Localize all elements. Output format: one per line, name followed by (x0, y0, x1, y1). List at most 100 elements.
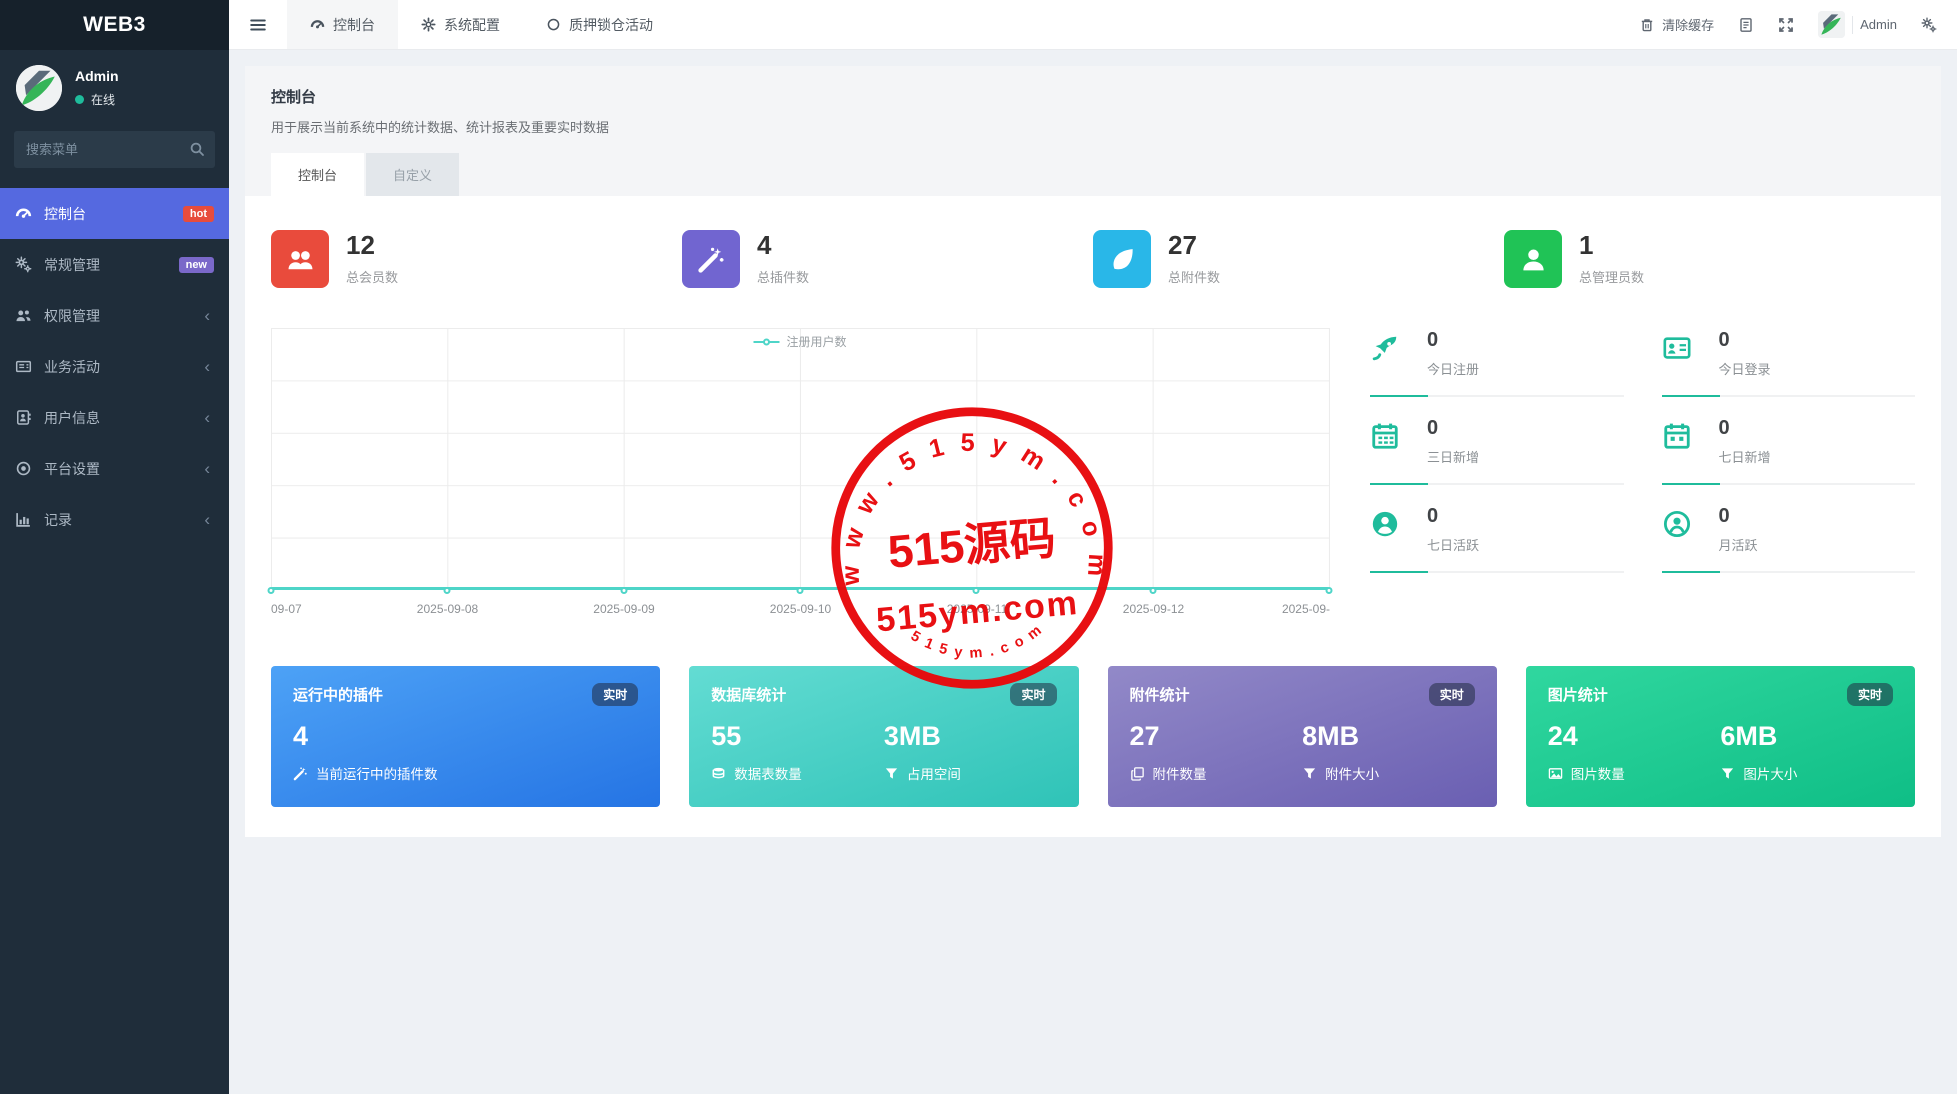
avatar (1818, 11, 1846, 38)
tab-console[interactable]: 控制台 (271, 153, 365, 196)
chart-point (267, 587, 275, 594)
bar-chart-icon (15, 511, 32, 528)
stats-row: 12 总会员数 4 总插件数 27 总附件数 1 总管理员数 (271, 230, 1915, 288)
user-panel: Admin 在线 (0, 50, 229, 121)
file-icon (1738, 17, 1754, 33)
page-title: 控制台 (271, 89, 317, 106)
expand-icon (1778, 17, 1794, 33)
chevron-left-icon: ‹ (204, 408, 210, 427)
admin-menu[interactable]: Admin (1818, 11, 1897, 38)
topbar-tab-console[interactable]: 控制台 (287, 0, 398, 49)
user-group-icon (286, 245, 315, 274)
id-card-icon (1662, 333, 1692, 363)
card-attachment-stats: 附件统计 实时 27 附件数量 8MB 附件大小 (1107, 666, 1497, 807)
divider (1661, 571, 1915, 573)
user-circle-outline-icon (1662, 509, 1692, 539)
chevron-left-icon: ‹ (204, 459, 210, 478)
stat-total-attachments: 27 总附件数 (1093, 230, 1504, 288)
divider (1370, 483, 1624, 485)
sidebar-item-userinfo[interactable]: 用户信息 ‹ (0, 392, 229, 443)
chevron-left-icon: ‹ (204, 357, 210, 376)
card-database-stats: 数据库统计 实时 55 数据表数量 3MB 占用空间 (689, 666, 1079, 807)
app-title: WEB3 (83, 13, 146, 36)
chart-x-axis: 09-07 2025-09-08 2025-09-09 2025-09-10 2… (271, 602, 1330, 616)
main-area: 控制台 系统配置 质押锁仓活动 清除缓存 Admin 控制台 用于展示当前系统中… (229, 0, 1957, 1094)
divider (1370, 395, 1624, 397)
chart-point (1325, 587, 1333, 594)
chart-legend[interactable]: 注册用户数 (753, 333, 847, 350)
panel-heading: 控制台 用于展示当前系统中的统计数据、统计报表及重要实时数据 控制台 自定义 (245, 66, 1941, 196)
panel-body: 12 总会员数 4 总插件数 27 总附件数 1 总管理员数 注册用户数 09-… (245, 196, 1941, 837)
chart-point (796, 587, 804, 594)
chevron-left-icon: ‹ (204, 306, 210, 325)
panel-tabs: 控制台 自定义 (271, 153, 1915, 196)
sidebar-item-business[interactable]: 业务活动 ‹ (0, 341, 229, 392)
app-root: WEB3 Admin 在线 控制台 hot (0, 0, 1957, 1094)
filter-icon (884, 766, 899, 781)
user-status: 在线 (75, 91, 119, 108)
mini-stat-today-login: 0 今日登录 (1661, 328, 1915, 416)
gears-icon (15, 256, 32, 273)
image-icon (1548, 766, 1563, 781)
settings-button[interactable] (1921, 17, 1937, 33)
mini-stats-grid: 0 今日注册 0 今日登录 0 三日新增 0 七日新增 0 七日活跃 0 月活跃 (1370, 328, 1915, 620)
mini-stat-month-active: 0 月活跃 (1661, 504, 1915, 592)
divider (1852, 15, 1854, 34)
fullscreen-button[interactable] (1778, 17, 1794, 33)
magic-wand-icon (293, 766, 308, 781)
avatar[interactable] (16, 65, 62, 111)
leaf-icon (1108, 245, 1137, 274)
realtime-badge: 实时 (1010, 683, 1057, 706)
gear-icon (421, 17, 436, 32)
legend-label: 注册用户数 (786, 335, 847, 349)
dashboard-icon (15, 205, 32, 222)
sidebar: WEB3 Admin 在线 控制台 hot (0, 0, 229, 1094)
dashboard-panel: 控制台 用于展示当前系统中的统计数据、统计报表及重要实时数据 控制台 自定义 1… (245, 66, 1941, 837)
dashboard-icon (310, 17, 325, 32)
user-circle-icon (1370, 509, 1400, 539)
chevron-left-icon: ‹ (204, 510, 210, 529)
users-icon (15, 307, 32, 324)
app-logo[interactable]: WEB3 (0, 0, 229, 50)
newspaper-icon (15, 358, 32, 375)
magic-wand-icon (697, 245, 726, 274)
calendar-icon (1370, 421, 1400, 451)
summary-cards: 运行中的插件 实时 4 当前运行中的插件数 数据库统计 实时 55 数据表数量 … (271, 666, 1915, 807)
search-input[interactable] (14, 131, 215, 168)
sidebar-item-console[interactable]: 控制台 hot (0, 188, 229, 239)
rocket-icon (1370, 333, 1400, 363)
sidebar-toggle-button[interactable] (229, 0, 287, 49)
topbar-tab-system-config[interactable]: 系统配置 (398, 0, 523, 49)
mini-stat-today-registered: 0 今日注册 (1370, 328, 1624, 416)
circle-icon (546, 17, 561, 32)
sidebar-menu: 控制台 hot 常规管理 new 权限管理 ‹ 业务活动 ‹ 用户信息 ‹ 平台… (0, 188, 229, 545)
sidebar-item-general[interactable]: 常规管理 new (0, 239, 229, 290)
calendar-alt-icon (1662, 421, 1692, 451)
stat-total-plugins: 4 总插件数 (682, 230, 1093, 288)
sidebar-item-records[interactable]: 记录 ‹ (0, 494, 229, 545)
file-manager-button[interactable] (1738, 17, 1754, 33)
user-name: Admin (75, 68, 119, 84)
topbar: 控制台 系统配置 质押锁仓活动 清除缓存 Admin (229, 0, 1957, 50)
card-running-plugins: 运行中的插件 实时 4 当前运行中的插件数 (271, 666, 661, 807)
card-image-stats: 图片统计 实时 24 图片数量 6MB 图片大小 (1525, 666, 1915, 807)
user-icon (1519, 245, 1548, 274)
page-subtitle: 用于展示当前系统中的统计数据、统计报表及重要实时数据 (271, 120, 610, 135)
filter-icon (1720, 766, 1735, 781)
chart-plot-area: 注册用户数 (267, 328, 1333, 594)
sidebar-item-platform[interactable]: 平台设置 ‹ (0, 443, 229, 494)
tab-custom[interactable]: 自定义 (366, 153, 460, 196)
bullseye-icon (15, 460, 32, 477)
page-content: 控制台 用于展示当前系统中的统计数据、统计报表及重要实时数据 控制台 自定义 1… (229, 50, 1957, 1094)
chart-point (1149, 587, 1157, 594)
clear-cache-button[interactable]: 清除缓存 (1639, 15, 1714, 34)
search-icon (189, 141, 205, 157)
realtime-badge: 实时 (592, 683, 639, 706)
copy-icon (1130, 766, 1145, 781)
chart-point (620, 587, 628, 594)
online-dot (75, 95, 84, 104)
sidebar-item-permissions[interactable]: 权限管理 ‹ (0, 290, 229, 341)
chart-point (443, 587, 451, 594)
topbar-tab-staking[interactable]: 质押锁仓活动 (523, 0, 676, 49)
database-icon (711, 766, 726, 781)
